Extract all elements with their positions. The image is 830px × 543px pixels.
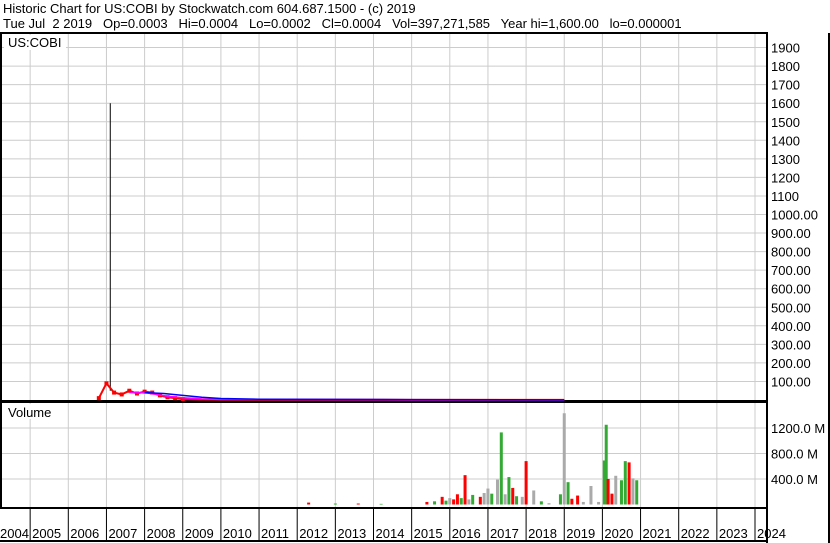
x-tick-label: 2015 [414, 526, 443, 541]
y-tick-label: 300.00 [771, 337, 811, 352]
volume-bar [558, 494, 562, 505]
volume-bar [606, 478, 610, 505]
y-tick-label: 700.00 [771, 263, 811, 278]
volume-bar [507, 477, 511, 505]
volume-tick-label: 400.0 M [771, 472, 818, 487]
y-tick-label: 400.00 [771, 319, 811, 334]
volume-bar [463, 475, 467, 505]
x-tick-label: 2021 [643, 526, 672, 541]
x-tick-label: 2019 [566, 526, 595, 541]
volume-bar [610, 493, 614, 505]
volume-tick-label: 800.0 M [771, 446, 818, 461]
y-tick-label: 600.00 [771, 282, 811, 297]
x-tick-label: 2011 [261, 526, 289, 541]
volume-tick-label: 1200.0 M [771, 421, 825, 436]
y-tick-label: 1000.00 [771, 208, 818, 223]
y-tick-label: 1900 [771, 41, 800, 56]
volume-bar [589, 485, 593, 505]
y-tick-label: 1700 [771, 78, 800, 93]
volume-bar [515, 496, 519, 505]
volume-bar [478, 496, 482, 505]
x-tick-label: 2024 [757, 526, 786, 541]
volume-bar [433, 501, 437, 505]
x-tick-label: 2007 [108, 526, 137, 541]
volume-bar [425, 501, 429, 505]
y-tick-label: 1200 [771, 170, 800, 185]
volume-bar [627, 462, 631, 505]
x-tick-label: 2009 [185, 526, 214, 541]
x-tick-label: 2005 [32, 526, 61, 541]
x-tick-label: 2018 [528, 526, 557, 541]
price-point [112, 390, 117, 395]
volume-bar [459, 498, 463, 505]
y-tick-label: 1800 [771, 59, 800, 74]
x-tick-label: 2016 [452, 526, 481, 541]
price-panel-frame [0, 32, 768, 402]
x-tick-label: 2023 [719, 526, 748, 541]
volume-bar [562, 413, 566, 505]
x-tick-label: 2014 [376, 526, 405, 541]
y-tick-label: 1300 [771, 152, 800, 167]
volume-bar [333, 503, 337, 505]
volume-bar [379, 503, 383, 505]
volume-panel-title: Volume [8, 405, 51, 420]
volume-bar [448, 498, 452, 505]
volume-bar [631, 478, 635, 505]
x-tick-label: 2022 [681, 526, 710, 541]
x-tick-label: 2017 [490, 526, 519, 541]
volume-bar [619, 480, 623, 505]
volume-bar [471, 494, 475, 505]
volume-bar [570, 498, 574, 505]
volume-bar [581, 501, 585, 505]
x-tick-label: 2010 [223, 526, 252, 541]
price-point [96, 396, 101, 401]
y-tick-label: 100.00 [771, 374, 811, 389]
volume-bar [635, 480, 639, 505]
stock-chart: Historic Chart for US:COBI by Stockwatch… [0, 0, 830, 543]
volume-bar [597, 501, 601, 505]
volume-panel-frame [0, 401, 768, 509]
volume-bar [566, 482, 570, 505]
x-tick-label: 2013 [337, 526, 366, 541]
volume-bar [452, 499, 456, 505]
y-tick-label: 1600 [771, 96, 800, 111]
chart-canvas: 2004 2005 2006 2007 2008 2009 2010 2011 2012 2013… [0, 32, 830, 543]
volume-bar [486, 488, 490, 505]
volume-bar [482, 493, 486, 505]
y-tick-label: 1400 [771, 133, 800, 148]
x-tick-label: 2006 [70, 526, 99, 541]
volume-bar [524, 461, 528, 505]
volume-bar [440, 496, 444, 505]
volume-bar [356, 503, 360, 505]
volume-bar [539, 501, 543, 505]
y-tick-label: 800.00 [771, 245, 811, 260]
volume-bar [499, 432, 503, 505]
y-tick-label: 500.00 [771, 300, 811, 315]
y-tick-label: 1100 [771, 189, 799, 204]
volume-bar [576, 495, 580, 505]
volume-bar [614, 475, 618, 505]
volume-bar [503, 494, 507, 505]
y-tick-label: 900.00 [771, 226, 811, 241]
x-tick-label: 2004 [0, 526, 29, 541]
volume-bar [455, 494, 459, 505]
price-panel-title: US:COBI [8, 35, 61, 50]
volume-bar [547, 503, 551, 505]
volume-bar [490, 493, 494, 505]
volume-bar [511, 487, 515, 505]
volume-bar [467, 499, 471, 505]
price-point [104, 381, 109, 386]
volume-bar [307, 502, 311, 505]
y-tick-label: 1500 [771, 115, 800, 130]
x-tick-label: 2008 [147, 526, 176, 541]
volume-bar [495, 479, 499, 505]
y-tick-label: 200.00 [771, 356, 811, 371]
volume-bar [623, 461, 627, 505]
volume-bar [532, 490, 536, 505]
volume-bar [520, 496, 524, 505]
volume-bar [444, 500, 448, 505]
x-tick-label: 2020 [604, 526, 633, 541]
price-point [119, 392, 124, 397]
x-tick-label: 2012 [299, 526, 328, 541]
